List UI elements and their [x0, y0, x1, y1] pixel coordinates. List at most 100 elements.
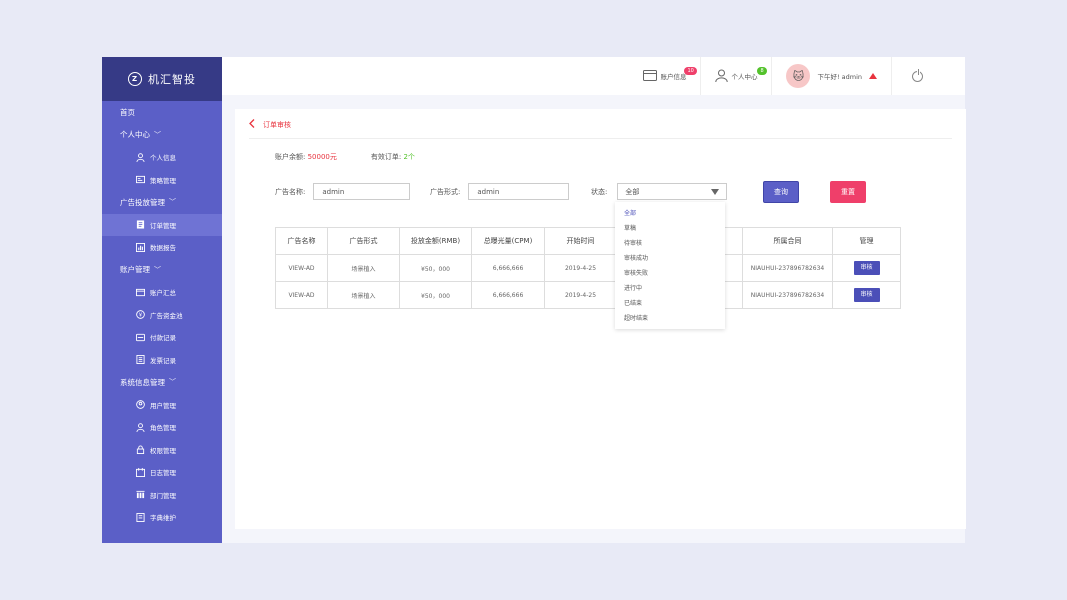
cell-amount: ¥50，000	[399, 281, 472, 309]
account-info-button[interactable]: 账户信息 10	[629, 57, 700, 95]
card-icon	[643, 69, 658, 83]
status-label: 状态:	[591, 187, 608, 196]
sidebar-item-label: 广告资金池	[150, 311, 183, 320]
status-option[interactable]: 待审核	[615, 236, 725, 251]
status-select[interactable]: 全部	[617, 183, 728, 200]
sidebar-item-department-management[interactable]: 部门管理	[102, 484, 222, 507]
status-option[interactable]: 审核失败	[615, 266, 725, 281]
sidebar-item-label: 字典维护	[150, 514, 176, 523]
report-icon	[136, 242, 145, 252]
sidebar-item-label: 数据报告	[150, 244, 176, 253]
sidebar-item-payment-records[interactable]: 付款记录	[102, 326, 222, 349]
query-button[interactable]: 查询	[763, 181, 799, 203]
cell-cpm: 6,666,666	[471, 281, 545, 309]
table-row: VIEW-AD 场景植入 ¥50，000 6,666,666 2019-4-25…	[275, 281, 901, 309]
column-header: 所属合同	[742, 227, 833, 255]
valid-orders-value: 2个	[403, 153, 415, 161]
strategy-icon	[136, 175, 145, 184]
sidebar-item-label: 个人信息	[150, 154, 176, 163]
cell-action: 审核	[832, 254, 901, 282]
sidebar-section-label: 首页	[120, 107, 135, 117]
sidebar-item-label: 用户管理	[150, 401, 176, 410]
sidebar-section-label: 广告投放管理	[120, 197, 165, 207]
status-option[interactable]: 进行中	[615, 281, 725, 296]
avatar: 🐱	[786, 64, 811, 88]
ad-name-input[interactable]	[313, 183, 411, 200]
audit-button[interactable]: 审核	[853, 288, 880, 302]
status-option[interactable]: 草稿	[615, 221, 725, 236]
sidebar-item-strategy[interactable]: 策略管理	[102, 169, 222, 192]
sidebar-section-personal[interactable]: 个人中心 ﹀	[102, 124, 222, 147]
brand-name: 机汇智投	[148, 73, 196, 86]
reset-button[interactable]: 重置	[830, 181, 866, 203]
sidebar-section-label: 账户管理	[120, 265, 150, 275]
divider	[249, 138, 952, 139]
cell-ad-name: VIEW-AD	[275, 254, 328, 282]
page-title: 订单审核	[263, 120, 291, 129]
sidebar-item-invoice-records[interactable]: 发票记录	[102, 349, 222, 372]
top-bar: 账户信息 10 个人中心 8 🐱 下午好! admin	[222, 57, 965, 95]
logo[interactable]: Z 机汇智投	[102, 57, 222, 101]
cell-start-time: 2019-4-25	[544, 281, 617, 309]
chevron-down-icon: ﹀	[169, 198, 176, 207]
sidebar-item-dictionary[interactable]: 字典维护	[102, 506, 222, 529]
personal-badge: 8	[757, 67, 767, 75]
dictionary-icon	[136, 512, 145, 522]
sidebar: Z 机汇智投 首页 个人中心 ﹀ 个人信息 策略管理 广告投放管理 ﹀ 订单管理…	[102, 57, 222, 543]
status-option[interactable]: 已结束	[615, 296, 725, 311]
breadcrumb: 订单审核	[249, 119, 291, 130]
logout-button[interactable]	[891, 57, 937, 95]
column-header: 广告名称	[275, 227, 328, 255]
user-icon	[715, 69, 729, 84]
status-dropdown-menu: 全部 草稿 待审核 审核成功 审核失败 进行中 已结束 超时结束	[615, 202, 725, 329]
audit-button[interactable]: 审核	[853, 261, 880, 275]
cell-contract: NIAUHUI-237896782634	[742, 281, 833, 309]
sidebar-item-permission-management[interactable]: 权限管理	[102, 439, 222, 462]
sidebar-item-order-management[interactable]: 订单管理	[102, 213, 222, 236]
status-option[interactable]: 超时结束	[615, 311, 725, 326]
sidebar-section-system[interactable]: 系统信息管理 ﹀	[102, 371, 222, 394]
sidebar-item-label: 策略管理	[150, 176, 176, 185]
role-icon	[136, 423, 145, 432]
sidebar-item-log-management[interactable]: 日志管理	[102, 461, 222, 484]
payment-icon	[136, 333, 145, 342]
log-icon	[136, 467, 145, 477]
personal-center-button[interactable]: 个人中心 8	[700, 57, 771, 95]
ad-form-input[interactable]	[468, 183, 570, 200]
sidebar-item-account-summary[interactable]: 账户汇总	[102, 281, 222, 304]
orders-table: 广告名称 广告形式 投放金额(RMB) 总曝光量(CPM) 开始时间 所属合同 …	[275, 227, 901, 309]
sidebar-section-label: 个人中心	[120, 130, 150, 140]
status-option[interactable]: 全部	[615, 206, 725, 221]
sidebar-item-label: 发票记录	[150, 356, 176, 365]
wallet-icon	[136, 288, 145, 297]
sidebar-section-label: 系统信息管理	[120, 377, 165, 387]
back-arrow-icon[interactable]	[249, 119, 255, 130]
valid-orders-stat: 有效订单: 2个	[371, 152, 415, 162]
ad-name-label: 广告名称:	[275, 187, 306, 196]
ad-form-label: 广告形式:	[430, 187, 461, 196]
cell-contract: NIAUHUI-237896782634	[742, 254, 833, 282]
sidebar-section-ad-delivery[interactable]: 广告投放管理 ﹀	[102, 191, 222, 214]
sidebar-item-label: 订单管理	[150, 221, 176, 230]
table-header-row: 广告名称 广告形式 投放金额(RMB) 总曝光量(CPM) 开始时间 所属合同 …	[275, 227, 901, 255]
filter-ad-name: 广告名称:	[275, 183, 411, 200]
sidebar-item-label: 账户汇总	[150, 289, 176, 298]
account-stats: 账户余额: 50000元 有效订单: 2个	[275, 152, 415, 162]
sidebar-item-data-report[interactable]: 数据报告	[102, 236, 222, 259]
sidebar-item-personal-info[interactable]: 个人信息	[102, 146, 222, 169]
department-icon	[136, 490, 145, 499]
balance-value: 50000元	[307, 153, 337, 161]
sidebar-item-label: 部门管理	[150, 491, 176, 500]
sidebar-item-role-management[interactable]: 角色管理	[102, 416, 222, 439]
account-info-label: 账户信息	[660, 73, 687, 81]
sidebar-section-account[interactable]: 账户管理 ﹀	[102, 259, 222, 282]
status-option[interactable]: 审核成功	[615, 251, 725, 266]
chevron-down-icon: ﹀	[154, 265, 161, 274]
sidebar-item-ad-fund-pool[interactable]: ¥ 广告资金池	[102, 304, 222, 327]
column-header: 广告形式	[327, 227, 400, 255]
caret-up-icon	[869, 73, 877, 79]
sidebar-section-home[interactable]: 首页	[102, 101, 222, 124]
sidebar-item-user-management[interactable]: 用户管理	[102, 394, 222, 417]
user-menu[interactable]: 🐱 下午好! admin	[771, 57, 891, 95]
filter-status: 状态: 全部	[591, 183, 728, 200]
